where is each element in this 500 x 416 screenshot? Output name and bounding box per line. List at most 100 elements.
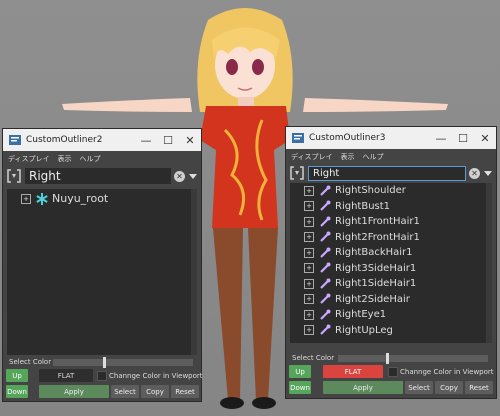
menu-show[interactable]: 表示 (58, 154, 72, 164)
left-shoe (220, 397, 244, 409)
tree-item[interactable]: + RightBust1 (290, 199, 486, 215)
tree-item[interactable]: + RightEye1 (290, 307, 486, 323)
expand-icon[interactable]: + (21, 193, 31, 204)
up-button[interactable]: Up (6, 369, 28, 382)
tree-item-label: RightEye1 (335, 309, 387, 321)
close-button[interactable]: ✕ (179, 134, 201, 147)
select-button[interactable]: Select (111, 385, 139, 398)
bone-icon (320, 324, 331, 336)
clear-search-icon[interactable]: ✕ (469, 167, 480, 179)
flat-button[interactable]: FLAT (323, 365, 383, 378)
expand-icon[interactable]: + (304, 325, 314, 336)
search-input[interactable]: Right (308, 165, 466, 181)
expand-icon[interactable]: + (304, 263, 314, 274)
expand-icon[interactable]: + (304, 309, 314, 320)
tree-item[interactable]: + Right2SideHair (290, 292, 486, 308)
tree-item[interactable]: + Right2FrontHair1 (290, 230, 486, 246)
left-eye (226, 59, 238, 75)
expand-icon[interactable]: + (304, 232, 314, 243)
tree-item[interactable]: + Right1SideHair1 (290, 276, 486, 292)
search-row: Right ✕ (286, 164, 496, 182)
change-color-label: Channge Color in Viewport (400, 368, 494, 376)
menu-bar: ディスプレイ 表示 ヘルプ (286, 149, 496, 164)
chevron-down-icon[interactable] (189, 173, 197, 179)
outliner-tree[interactable]: + RightShoulder + RightBust1 + Right1FrontHai… (290, 183, 486, 343)
right-arm (303, 98, 448, 112)
close-button[interactable]: ✕ (474, 132, 496, 145)
window-title: CustomOutliner3 (309, 133, 386, 143)
color-slider[interactable] (53, 357, 193, 368)
expand-icon[interactable]: + (304, 278, 314, 289)
root-asterisk-icon (36, 192, 48, 205)
bone-icon (320, 309, 331, 320)
tree-item[interactable]: + Right3SideHair1 (290, 261, 486, 277)
tree-item-label: Right2SideHair (335, 293, 410, 305)
slider-handle[interactable] (103, 357, 106, 368)
bone-icon (320, 262, 331, 274)
bone-icon (320, 247, 331, 258)
title-bar[interactable]: CustomOutliner2 — ☐ ✕ (3, 129, 201, 151)
tree-item[interactable]: + Nuyu_root (7, 191, 191, 207)
change-color-label: Channge Color in Viewport (109, 372, 203, 380)
copy-button[interactable]: Copy (141, 385, 169, 398)
tree-item[interactable]: + Right1FrontHair1 (290, 214, 486, 230)
search-input[interactable]: Right (25, 168, 171, 184)
up-button[interactable]: Up (289, 365, 311, 378)
tree-item-label: RightBackHair1 (335, 247, 413, 259)
tree-item-label: RightBust1 (335, 200, 391, 212)
outliner-tree[interactable]: + Nuyu_root (7, 189, 191, 357)
tree-item[interactable]: + RightBackHair1 (290, 245, 486, 261)
minimize-button[interactable]: — (430, 132, 452, 145)
bone-icon (320, 293, 331, 305)
bottom-controls: Select Color Up FLAT Channge Color in Vi… (3, 355, 203, 401)
select-color-label: Select Color (292, 354, 335, 362)
vertical-scrollbar[interactable] (486, 183, 492, 343)
menu-display[interactable]: ディスプレイ (291, 152, 333, 162)
right-shoe (252, 397, 276, 409)
menu-show[interactable]: 表示 (341, 152, 355, 162)
clear-search-icon[interactable]: ✕ (174, 170, 185, 182)
chevron-down-icon[interactable] (484, 170, 492, 176)
filter-bracket-icon[interactable] (7, 168, 21, 184)
slider-handle[interactable] (386, 353, 389, 364)
minimize-button[interactable]: — (135, 134, 157, 147)
apply-button[interactable]: Apply (39, 385, 109, 398)
tree-item[interactable]: + RightShoulder (290, 183, 486, 199)
apply-button[interactable]: Apply (323, 381, 403, 394)
bone-icon (320, 185, 331, 196)
color-slider[interactable] (338, 353, 488, 364)
select-button[interactable]: Select (405, 381, 433, 394)
bone-icon (320, 278, 331, 289)
filter-bracket-icon[interactable] (290, 165, 304, 181)
expand-icon[interactable]: + (304, 201, 314, 212)
title-bar[interactable]: CustomOutliner3 — ☐ ✕ (286, 127, 496, 149)
outliner-app-icon (291, 132, 305, 144)
reset-button[interactable]: Reset (465, 381, 493, 394)
menu-help[interactable]: ヘルプ (363, 152, 384, 162)
vertical-scrollbar[interactable] (191, 189, 197, 357)
window-title: CustomOutliner2 (26, 135, 103, 145)
expand-icon[interactable]: + (304, 294, 314, 305)
down-button[interactable]: Down (6, 385, 28, 398)
qipao-dress (200, 106, 290, 228)
change-color-checkbox[interactable] (97, 371, 107, 381)
down-button[interactable]: Down (289, 381, 311, 394)
flat-button[interactable]: FLAT (39, 369, 93, 382)
search-row: Right ✕ (3, 166, 201, 186)
maximize-button[interactable]: ☐ (452, 132, 474, 145)
reset-button[interactable]: Reset (171, 385, 199, 398)
outliner-window-right: CustomOutliner3 — ☐ ✕ ディスプレイ 表示 ヘルプ Righ… (285, 126, 497, 399)
right-leg (248, 228, 278, 400)
bottom-controls: Select Color Up FLAT Channge Color in Vi… (286, 351, 496, 398)
menu-help[interactable]: ヘルプ (80, 154, 101, 164)
menu-display[interactable]: ディスプレイ (8, 154, 50, 164)
copy-button[interactable]: Copy (435, 381, 463, 394)
expand-icon[interactable]: + (304, 247, 314, 258)
bone-icon (320, 216, 331, 227)
tree-item[interactable]: + RightUpLeg (290, 323, 486, 339)
bone-icon (320, 231, 331, 243)
expand-icon[interactable]: + (304, 216, 314, 227)
expand-icon[interactable]: + (304, 185, 314, 196)
change-color-checkbox[interactable] (388, 367, 398, 377)
maximize-button[interactable]: ☐ (157, 134, 179, 147)
